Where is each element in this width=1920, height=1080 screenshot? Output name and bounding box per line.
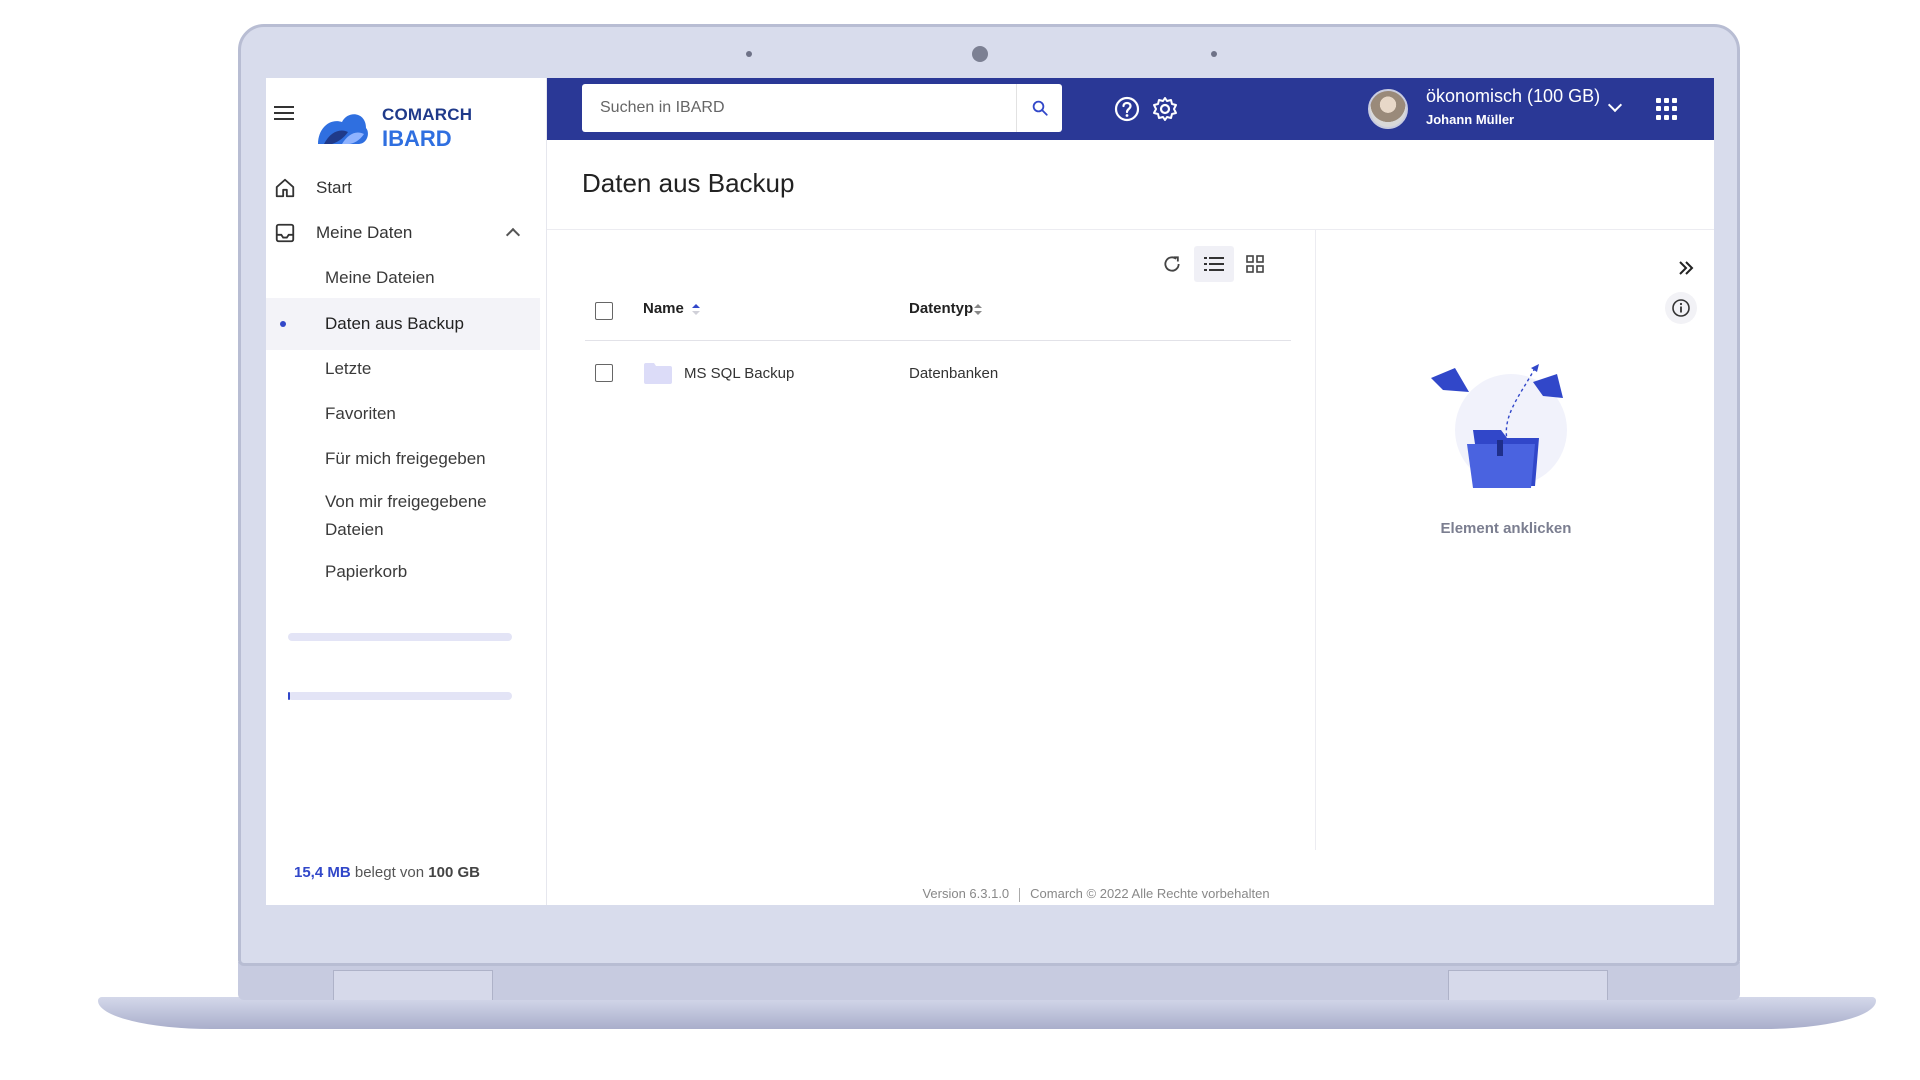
column-header-type[interactable]: Datentyp [909,300,973,317]
stage: COMARCH IBARD Start Meine Daten Meine Da… [0,0,1920,1080]
help-icon[interactable] [1113,95,1141,123]
apps-grid-icon[interactable] [1656,98,1678,120]
hinge-slot [333,970,493,1000]
storage-middle: belegt von [350,864,429,881]
sensor-dot [1211,51,1217,57]
divider [585,340,1291,341]
sidebar-subitem-von-mir-freigegeben[interactable]: Von mir freigegebene Dateien [266,478,540,554]
sensor-dot [746,51,752,57]
sidebar-item-label: Letzte [325,359,372,378]
storage-progress-fill [288,692,291,700]
divider [1019,887,1021,902]
storage-total: 100 GB [428,864,480,881]
list-icon [1204,257,1224,271]
sidebar-item-label: Von mir freigegebene Dateien [325,492,487,539]
sidebar-item-label: Favoriten [325,404,396,423]
storage-bar-placeholder [288,633,512,641]
folder-icon [644,363,672,384]
webcam [972,46,988,62]
divider [547,229,1714,230]
select-all-checkbox[interactable] [595,302,613,320]
sidebar-subitem-papierkorb[interactable]: Papierkorb [266,546,540,598]
brand-product: IBARD [382,126,452,151]
laptop-hinge [238,962,1740,1000]
row-name[interactable]: MS SQL Backup [684,365,794,382]
sidebar-item-label: Für mich freigegeben [325,449,486,468]
info-button[interactable] [1665,292,1697,324]
app-screen: COMARCH IBARD Start Meine Daten Meine Da… [266,78,1714,905]
sort-asc-icon[interactable] [690,302,702,316]
ibard-logo [318,114,368,144]
list-view-button[interactable] [1194,246,1234,282]
avatar[interactable] [1368,89,1408,129]
sidebar-item-label: Meine Dateien [325,268,435,287]
footer-copyright: Comarch © 2022 Alle Rechte vorbehalten [1030,886,1270,901]
active-indicator [280,321,286,327]
account-plan[interactable]: ökonomisch (100 GB) [1426,86,1600,107]
top-bar: ökonomisch (100 GB) Johann Müller [547,78,1714,140]
sidebar-subitem-meine-dateien[interactable]: Meine Dateien [266,252,540,304]
search-box [582,84,1062,132]
sidebar-item-label: Meine Daten [316,223,413,242]
chevron-down-icon[interactable] [1607,97,1623,113]
chevron-up-icon[interactable] [505,227,521,243]
sort-icon[interactable] [972,302,984,316]
sidebar-item-label: Papierkorb [325,562,408,581]
laptop-lid: COMARCH IBARD Start Meine Daten Meine Da… [238,24,1740,966]
search-icon [1032,100,1048,116]
laptop-base [98,997,1876,1029]
empty-state-illustration [1431,364,1567,488]
account-user[interactable]: Johann Müller [1426,112,1514,127]
expand-panel-icon[interactable] [1676,258,1696,278]
menu-icon[interactable] [274,106,294,120]
sidebar: COMARCH IBARD Start Meine Daten Meine Da… [266,78,547,905]
storage-used: 15,4 MB [294,864,351,881]
brand-name: COMARCH [382,105,473,124]
divider [1315,230,1316,850]
page-title: Daten aus Backup [582,168,795,198]
search-input[interactable] [582,84,1012,132]
footer: Version 6.3.1.0 Comarch © 2022 Alle Recht… [566,886,1626,902]
home-icon [275,178,295,198]
storage-text: 15,4 MB belegt von 100 GB [294,864,480,881]
refresh-icon [1164,256,1180,272]
footer-version: Version 6.3.1.0 [922,886,1010,901]
info-icon [1672,299,1690,317]
refresh-button[interactable] [1152,246,1192,282]
column-header-name[interactable]: Name [643,300,684,317]
empty-state-text: Element anklicken [1440,520,1572,537]
gear-icon[interactable] [1151,95,1179,123]
hinge-slot [1448,970,1608,1000]
grid-view-button[interactable] [1235,246,1275,282]
search-button[interactable] [1016,84,1062,132]
grid-icon [1246,255,1264,273]
sidebar-item-label: Start [316,178,352,197]
row-type: Datenbanken [909,365,999,382]
storage-progress-bar [288,692,512,700]
inbox-icon [275,223,295,243]
row-checkbox[interactable] [595,364,613,382]
sidebar-item-label: Daten aus Backup [325,314,464,333]
